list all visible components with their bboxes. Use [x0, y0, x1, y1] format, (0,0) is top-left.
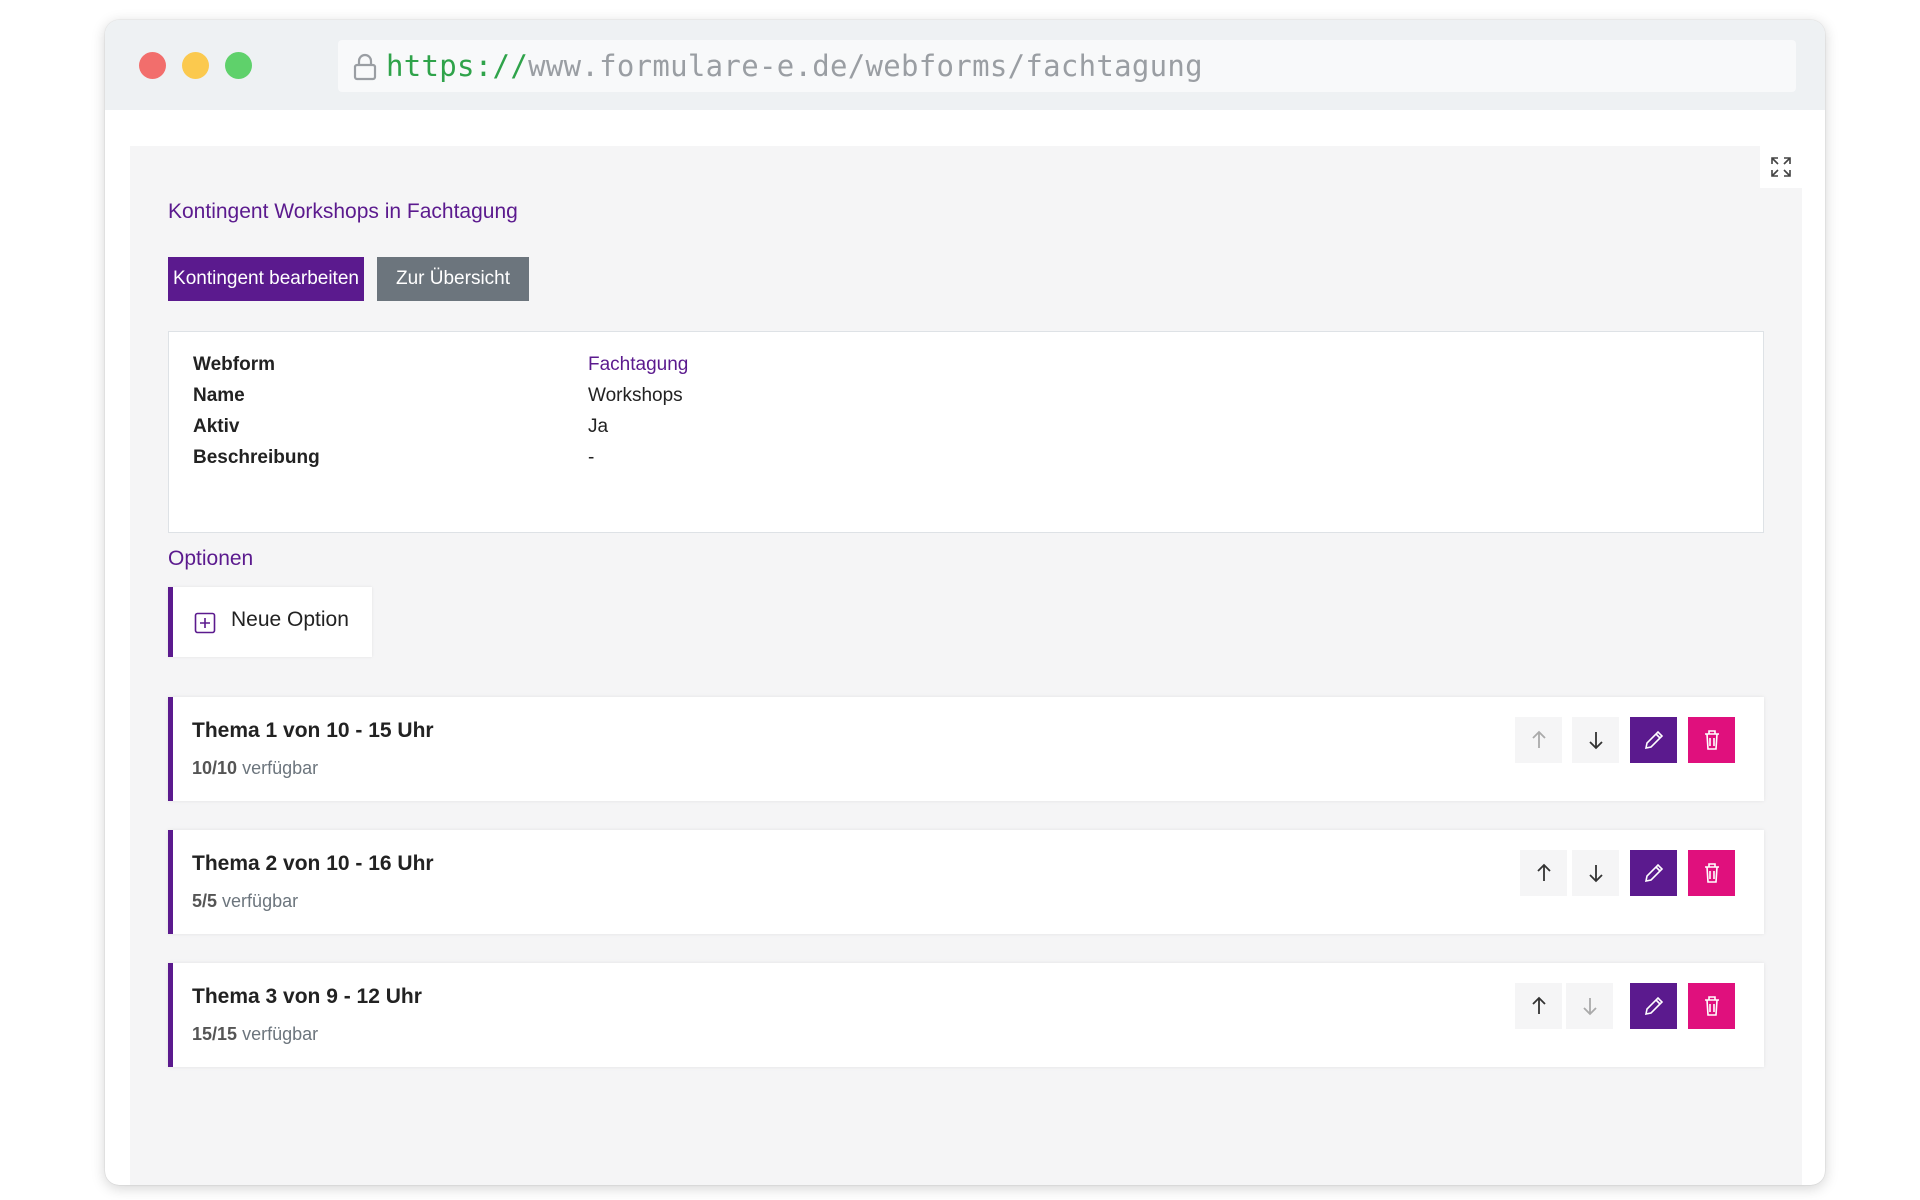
browser-window: https://www.formulare-e.de/webforms/fach… [105, 20, 1825, 1185]
option-title: Thema 3 von 9 - 12 Uhr [192, 985, 422, 1008]
option-title: Thema 2 von 10 - 16 Uhr [192, 852, 434, 875]
option-count: 10/10 [192, 758, 238, 778]
arrow-up-icon [1531, 730, 1546, 748]
edit-option-button[interactable] [1630, 983, 1677, 1029]
url-path: www.formulare-e.de/webforms/fachtagung [528, 49, 1203, 83]
detail-value: - [588, 447, 595, 468]
option-count: 15/15 [192, 1024, 238, 1044]
minimize-window-button[interactable] [182, 52, 209, 79]
move-down-button[interactable] [1572, 850, 1619, 896]
move-up-button[interactable] [1515, 983, 1562, 1029]
option-availability: 5/5 verfügbar [192, 891, 298, 912]
address-bar[interactable]: https://www.formulare-e.de/webforms/fach… [338, 40, 1796, 92]
url-scheme: https:// [386, 49, 529, 83]
arrow-down-icon [1588, 732, 1603, 750]
detail-value: Workshops [588, 385, 683, 406]
option-item: Thema 3 von 9 - 12 Uhr 15/15 verfügbar [168, 963, 1764, 1067]
trash-icon [1704, 996, 1719, 1016]
arrow-up-icon [1531, 996, 1546, 1014]
option-availability: 10/10 verfügbar [192, 758, 318, 779]
new-option-button[interactable]: Neue Option [168, 587, 372, 657]
trash-icon [1704, 730, 1719, 750]
edit-option-button[interactable] [1630, 850, 1677, 896]
option-title: Thema 1 von 10 - 15 Uhr [192, 719, 434, 742]
expand-icon [1771, 157, 1791, 177]
pencil-icon [1644, 730, 1663, 750]
webform-link[interactable]: Fachtagung [588, 354, 688, 376]
available-suffix: verfügbar [242, 1024, 319, 1044]
edit-option-button[interactable] [1630, 717, 1677, 763]
detail-label: Webform [193, 354, 275, 375]
edit-contingent-button[interactable]: Kontingent bearbeiten [168, 257, 364, 301]
option-item: Thema 1 von 10 - 15 Uhr 10/10 verfügbar [168, 697, 1764, 801]
url-text: https://www.formulare-e.de/webforms/fach… [386, 50, 1203, 82]
option-item: Thema 2 von 10 - 16 Uhr 5/5 verfügbar [168, 830, 1764, 934]
options-section-title: Optionen [168, 547, 254, 570]
details-card: Webform Fachtagung Name Workshops Aktiv … [168, 331, 1764, 533]
new-option-label: Neue Option [231, 608, 349, 631]
arrow-down-icon [1588, 865, 1603, 883]
available-suffix: verfügbar [222, 891, 299, 911]
move-down-button[interactable] [1566, 983, 1613, 1029]
fullscreen-button[interactable] [1760, 146, 1802, 188]
available-suffix: verfügbar [242, 758, 319, 778]
detail-label: Beschreibung [193, 447, 320, 468]
delete-option-button[interactable] [1688, 850, 1735, 896]
move-up-button[interactable] [1520, 850, 1567, 896]
page-content: Kontingent Workshops in Fachtagung Konti… [130, 146, 1802, 1185]
delete-option-button[interactable] [1688, 717, 1735, 763]
lock-icon [353, 53, 377, 81]
move-down-button[interactable] [1572, 717, 1619, 763]
detail-label: Aktiv [193, 416, 240, 437]
arrow-down-icon [1582, 998, 1597, 1016]
arrow-up-icon [1536, 863, 1551, 881]
browser-titlebar: https://www.formulare-e.de/webforms/fach… [105, 20, 1825, 110]
detail-label: Name [193, 385, 245, 406]
pencil-icon [1644, 863, 1663, 883]
maximize-window-button[interactable] [225, 52, 252, 79]
delete-option-button[interactable] [1688, 983, 1735, 1029]
option-count: 5/5 [192, 891, 218, 911]
detail-value: Ja [588, 416, 609, 437]
move-up-button[interactable] [1515, 717, 1562, 763]
close-window-button[interactable] [139, 52, 166, 79]
trash-icon [1704, 863, 1719, 883]
overview-button[interactable]: Zur Übersicht [377, 257, 529, 301]
plus-square-icon [194, 612, 216, 634]
option-availability: 15/15 verfügbar [192, 1024, 318, 1045]
page-title: Kontingent Workshops in Fachtagung [168, 200, 518, 223]
pencil-icon [1644, 996, 1663, 1016]
